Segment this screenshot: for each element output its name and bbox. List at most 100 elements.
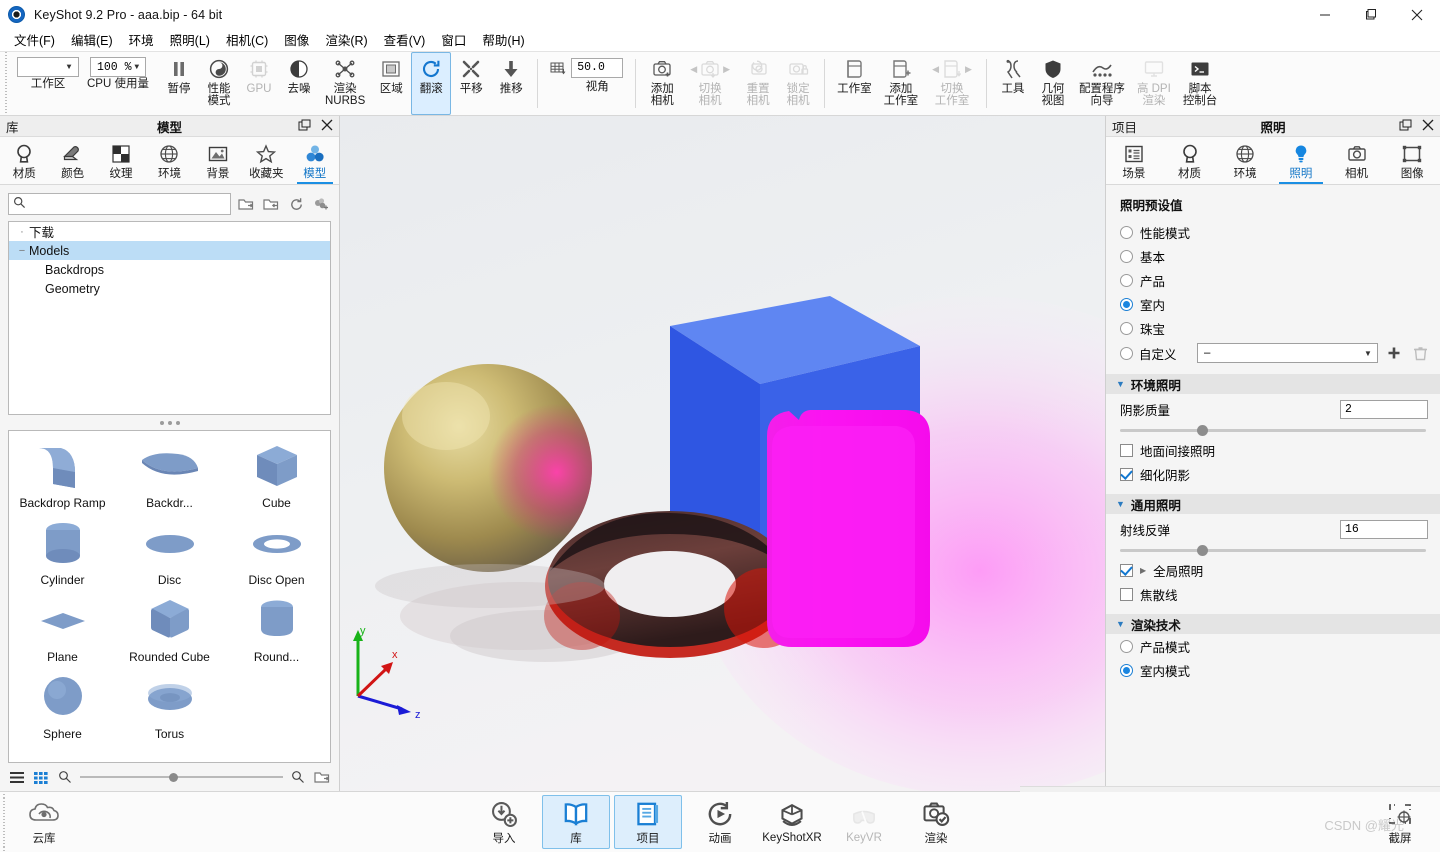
chevron-down-icon[interactable]: ▼ <box>1116 499 1125 509</box>
performance-mode-button[interactable]: 性能 模式 <box>199 52 239 115</box>
studio-button[interactable]: 工作室 <box>831 52 878 115</box>
list-view-icon[interactable] <box>8 768 26 786</box>
dolly-button[interactable]: 推移 <box>491 52 531 115</box>
tree-node[interactable]: · 下载 <box>9 222 330 241</box>
menu-item-2[interactable]: 环境 <box>121 31 162 51</box>
preset-row[interactable]: 产品 <box>1106 268 1440 292</box>
keyshotxr-button[interactable]: KeyShotXR <box>758 795 826 849</box>
custom-preset-dropdown[interactable]: – ▼ <box>1197 343 1378 363</box>
toolbar-grip[interactable] <box>2 52 10 115</box>
preset-radio[interactable] <box>1120 321 1133 335</box>
project-button[interactable]: 项目 <box>614 795 682 849</box>
checkbox-row[interactable]: ▶ 全局照明 <box>1106 558 1440 582</box>
menu-item-7[interactable]: 查看(V) <box>376 31 434 51</box>
menu-item-3[interactable]: 照明(L) <box>162 31 218 51</box>
next-arrow-icon[interactable]: ▶ <box>963 64 974 75</box>
project-tab-camera[interactable]: 相机 <box>1329 137 1385 184</box>
library-button[interactable]: 库 <box>542 795 610 849</box>
grid-view-icon[interactable] <box>32 768 50 786</box>
library-search-box[interactable] <box>8 193 231 215</box>
group-header[interactable]: ▼ 环境照明 <box>1106 374 1440 394</box>
library-search-input[interactable] <box>30 198 230 210</box>
screenshot-button[interactable]: 截屏 <box>1366 798 1434 847</box>
param-input[interactable]: 16 <box>1340 520 1428 539</box>
folder-import-icon[interactable] <box>236 194 256 214</box>
preset-radio[interactable] <box>1120 273 1133 287</box>
close-button[interactable] <box>1394 0 1440 30</box>
render-button[interactable]: 渲染 <box>902 795 970 849</box>
prev-arrow-icon[interactable]: ◀ <box>930 64 941 75</box>
preset-row[interactable]: 室内 <box>1106 292 1440 316</box>
tumble-button[interactable]: 翻滚 <box>411 52 452 115</box>
tree-twisty-icon[interactable]: · <box>15 226 29 238</box>
library-tab-colors[interactable]: 颜色 <box>48 137 96 184</box>
library-item[interactable]: Disc Open <box>223 512 330 589</box>
preset-radio[interactable] <box>1120 297 1133 311</box>
render-viewport[interactable]: y z x <box>340 116 1105 791</box>
high-dpi-render-button[interactable]: 高 DPI 渲染 <box>1131 52 1177 115</box>
prev-arrow-icon[interactable]: ◀ <box>688 64 699 75</box>
checkbox[interactable] <box>1120 443 1133 457</box>
reset-camera-button[interactable]: 重置 相机 <box>738 52 778 115</box>
pan-button[interactable]: 平移 <box>451 52 491 115</box>
library-tab-models[interactable]: 模型 <box>291 137 339 184</box>
animation-button[interactable]: 动画 <box>686 795 754 849</box>
fov-control[interactable]: 50.0 视角 <box>544 52 629 115</box>
menu-item-4[interactable]: 相机(C) <box>218 31 276 51</box>
library-tab-backgrounds[interactable]: 背景 <box>194 137 242 184</box>
project-close-button[interactable] <box>1422 119 1434 133</box>
switch-studio-button[interactable]: ◀ ▶ 切换 工作室 <box>924 52 980 115</box>
group-header[interactable]: ▼ 通用照明 <box>1106 494 1440 514</box>
fov-input[interactable]: 50.0 <box>571 58 624 78</box>
library-item[interactable]: Backdrop Ramp <box>9 435 116 512</box>
library-tab-environments[interactable]: 环境 <box>145 137 193 184</box>
library-tab-textures[interactable]: 纹理 <box>97 137 145 184</box>
menu-item-1[interactable]: 编辑(E) <box>63 31 121 51</box>
library-tab-favorites[interactable]: 收藏夹 <box>242 137 290 184</box>
library-undock-button[interactable] <box>298 119 311 133</box>
tree-twisty-icon[interactable]: − <box>15 245 29 257</box>
preset-row[interactable]: 基本 <box>1106 244 1440 268</box>
preset-row[interactable]: 珠宝 <box>1106 316 1440 340</box>
chevron-down-icon[interactable]: ▼ <box>1116 619 1125 629</box>
chevron-right-icon[interactable]: ▶ <box>1140 566 1146 575</box>
refresh-icon[interactable] <box>286 194 306 214</box>
zoom-in-icon[interactable] <box>289 768 307 786</box>
checkbox[interactable] <box>1120 587 1133 601</box>
library-item[interactable]: Round... <box>223 589 330 666</box>
open-folder-icon[interactable] <box>313 768 331 786</box>
keyvr-button[interactable]: KeyVR <box>830 795 898 849</box>
cloud-library-button[interactable]: 云库 <box>10 795 78 849</box>
library-tree[interactable]: · 下载 − Models Backdrops Geometry <box>8 221 331 415</box>
preset-row[interactable]: 性能模式 <box>1106 220 1440 244</box>
workspace-selector[interactable]: ▼ 工作区 <box>13 52 83 115</box>
folder-export-icon[interactable] <box>261 194 281 214</box>
trash-icon[interactable] <box>1410 343 1430 363</box>
region-button[interactable]: 区域 <box>371 52 411 115</box>
tree-node[interactable]: Geometry <box>9 279 330 298</box>
project-tab-material[interactable]: 材质 <box>1162 137 1218 184</box>
render-tech-row[interactable]: 产品模式 <box>1106 634 1440 658</box>
add-studio-button[interactable]: 添加 工作室 <box>878 52 925 115</box>
configurator-wizard-button[interactable]: 配置程序 向导 <box>1073 52 1131 115</box>
menu-item-8[interactable]: 窗口 <box>433 31 474 51</box>
add-camera-button[interactable]: 添加 相机 <box>642 52 682 115</box>
library-item[interactable]: Rounded Cube <box>116 589 223 666</box>
library-item[interactable]: Sphere <box>9 666 116 743</box>
minimize-button[interactable] <box>1302 0 1348 30</box>
gpu-button[interactable]: GPU <box>239 52 279 115</box>
menu-item-6[interactable]: 渲染(R) <box>317 31 375 51</box>
library-item[interactable]: Disc <box>116 512 223 589</box>
render-tech-header[interactable]: ▼ 渲染技术 <box>1106 614 1440 634</box>
maximize-button[interactable] <box>1348 0 1394 30</box>
tree-node[interactable]: Backdrops <box>9 260 330 279</box>
workspace-combo[interactable]: ▼ <box>17 57 79 77</box>
library-close-button[interactable] <box>321 119 333 133</box>
denoise-button[interactable]: 去噪 <box>279 52 319 115</box>
checkbox[interactable] <box>1120 563 1133 577</box>
zoom-out-icon[interactable] <box>56 768 74 786</box>
menu-item-5[interactable]: 图像 <box>276 31 317 51</box>
render-tech-radio[interactable] <box>1120 639 1133 653</box>
library-item[interactable]: Backdr... <box>116 435 223 512</box>
preset-radio-custom[interactable] <box>1120 346 1133 360</box>
